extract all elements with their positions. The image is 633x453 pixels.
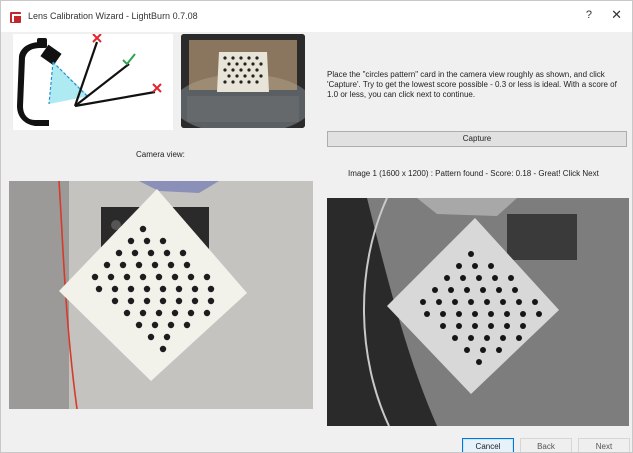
window-title: Lens Calibration Wizard - LightBurn 0.7.… xyxy=(28,11,198,21)
card-line-flat xyxy=(74,90,156,108)
instructions-text: Place the "circles pattern" card in the … xyxy=(327,70,617,99)
cancel-button[interactable]: Cancel xyxy=(462,438,514,452)
example-photo-image xyxy=(181,34,305,128)
example-photo xyxy=(181,34,305,128)
red-x-mark-icon-2 xyxy=(152,83,162,93)
example-honeycomb xyxy=(187,96,299,122)
camera-left-panel xyxy=(9,181,69,409)
camera-angle-diagram xyxy=(13,33,173,130)
help-icon[interactable]: ? xyxy=(586,9,592,21)
capture-status-text: Image 1 (1600 x 1200) : Pattern found - … xyxy=(348,169,599,178)
red-x-mark-icon xyxy=(92,33,102,43)
back-button[interactable]: Back xyxy=(520,438,572,452)
processed-result-view xyxy=(327,198,629,426)
lightburn-logo-icon xyxy=(10,12,21,23)
camera-view-image xyxy=(9,181,313,409)
title-bar: Lens Calibration Wizard - LightBurn 0.7.… xyxy=(1,1,632,32)
arm-joint-shape xyxy=(37,38,47,48)
next-button[interactable]: Next xyxy=(578,438,630,452)
capture-button[interactable]: Capture xyxy=(327,131,627,147)
result-board xyxy=(507,214,577,260)
close-icon[interactable]: ✕ xyxy=(611,7,622,23)
camera-view xyxy=(9,181,313,409)
lens-calibration-window: Lens Calibration Wizard - LightBurn 0.7.… xyxy=(0,0,633,453)
result-view-image xyxy=(327,198,629,426)
green-check-icon xyxy=(122,53,136,66)
camera-angle-illustration xyxy=(17,33,162,126)
camera-view-label: Camera view: xyxy=(136,150,185,159)
